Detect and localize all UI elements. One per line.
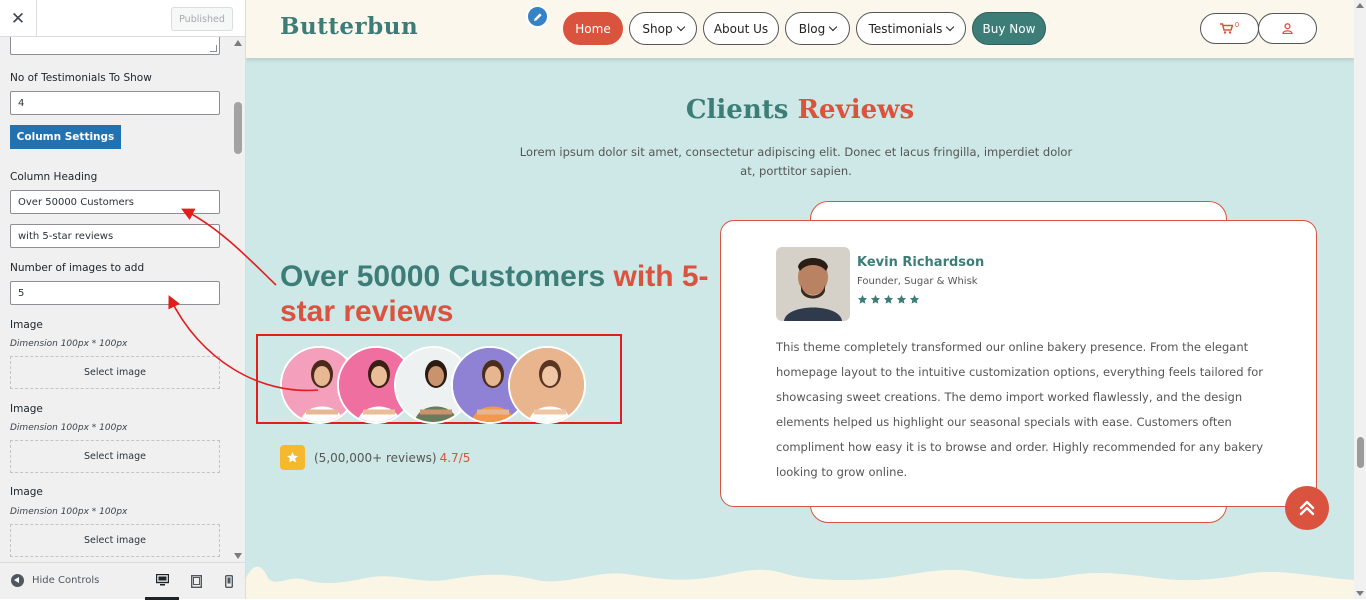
customizer-header: ✕ Published [0, 0, 245, 37]
reviewer-name: Kevin Richardson [857, 255, 985, 270]
column-heading-label: Column Heading [10, 171, 98, 183]
edit-shortcut-button[interactable] [526, 5, 549, 28]
select-image-button[interactable]: Select image [10, 524, 220, 557]
star-icon [883, 294, 894, 304]
chevron-down-icon [676, 22, 685, 32]
cart-count-badge: 0 [1234, 20, 1240, 29]
star-icon [896, 294, 907, 304]
images-count-input[interactable]: 5 [10, 281, 220, 305]
nav-label: Testimonials [868, 21, 943, 36]
nav-home[interactable]: Home [563, 12, 623, 45]
nav-label: Shop [642, 21, 673, 36]
section-title-part1: Clients [685, 95, 789, 125]
star-icon [857, 294, 868, 304]
mobile-preview-button[interactable] [212, 563, 246, 600]
account-button[interactable] [1258, 13, 1317, 44]
nav-testimonials[interactable]: Testimonials [856, 12, 966, 45]
wave-divider [246, 566, 1354, 599]
nav-label: Home [575, 21, 611, 36]
star-icon [909, 294, 920, 304]
page-scrollbar-thumb[interactable] [1357, 437, 1364, 468]
site-logo[interactable]: Butterbun [280, 13, 418, 40]
page-scrollbar[interactable] [1354, 0, 1366, 599]
image-dimension-note: Dimension 100px * 100px [10, 339, 128, 349]
testimonials-count-input[interactable]: 4 [10, 91, 220, 115]
testimonials-count-label: No of Testimonials To Show [10, 72, 152, 84]
sidebar-scrollbar[interactable] [231, 37, 245, 562]
star-icon [280, 445, 305, 470]
desktop-icon [155, 574, 169, 586]
close-icon[interactable]: ✕ [0, 0, 37, 37]
publish-button[interactable]: Published [171, 7, 233, 31]
image-label: Image [10, 486, 43, 498]
nav-label: Blog [798, 21, 826, 36]
testimonial-text: This theme completely transformed our on… [776, 340, 1264, 479]
image-dimension-note: Dimension 100px * 100px [10, 507, 128, 517]
nav-label: About Us [713, 21, 769, 36]
textarea-field[interactable] [10, 37, 220, 55]
reviews-count: (5,00,000+ reviews) [314, 450, 437, 465]
customizer-sidebar: ✕ Published No of Testimonials To Show 4… [0, 0, 246, 600]
user-icon [1282, 23, 1293, 34]
select-image-button[interactable]: Select image [10, 356, 220, 389]
scroll-up-arrow-icon[interactable] [234, 40, 242, 46]
testimonial-card: Kevin Richardson Founder, Sugar & Whisk … [720, 220, 1317, 507]
cart-button[interactable]: 0 [1200, 13, 1259, 44]
image-dimension-note: Dimension 100px * 100px [10, 423, 128, 433]
chevron-up-icon [1299, 500, 1315, 516]
nav-blog[interactable]: Blog [785, 12, 850, 45]
rating-summary: (5,00,000+ reviews) 4.7/5 [280, 445, 470, 470]
reviewer-role: Founder, Sugar & Whisk [857, 276, 978, 287]
hide-controls-button[interactable]: Hide Controls [11, 574, 99, 587]
scroll-to-top-button[interactable] [1285, 486, 1329, 530]
star-icon [870, 294, 881, 304]
section-title: Clients Reviews [246, 95, 1354, 125]
site-header: Butterbun Home Shop About Us Blog Testim… [246, 0, 1354, 58]
nav-label: Buy Now [982, 21, 1036, 36]
scroll-up-arrow-icon[interactable] [1356, 3, 1364, 8]
mobile-icon [225, 575, 233, 588]
select-image-button[interactable]: Select image [10, 440, 220, 473]
site-preview: Butterbun Home Shop About Us Blog Testim… [246, 0, 1354, 599]
customers-heading: Over 50000 Customers with 5-star reviews [280, 259, 720, 329]
scroll-down-arrow-icon[interactable] [1356, 591, 1364, 596]
tablet-preview-button[interactable] [179, 563, 213, 600]
chevron-down-icon [946, 22, 955, 32]
column-settings-button[interactable]: Column Settings [10, 125, 121, 149]
rating-score: 4.7/5 [439, 450, 471, 465]
images-count-label: Number of images to add [10, 262, 145, 274]
nav-shop[interactable]: Shop [629, 12, 697, 45]
customizer-footer: Hide Controls [0, 562, 246, 600]
nav-about-us[interactable]: About Us [703, 12, 779, 45]
controls-panel: No of Testimonials To Show 4 Column Sett… [0, 37, 231, 562]
chevron-down-icon [829, 22, 838, 32]
section-description: Lorem ipsum dolor sit amet, consectetur … [519, 145, 1073, 178]
tablet-icon [190, 575, 202, 588]
scrollbar-thumb[interactable] [234, 102, 242, 154]
avatar [508, 346, 586, 424]
collapse-icon [11, 574, 24, 587]
heading-part1: Over 50000 Customers [280, 260, 606, 293]
pencil-icon [533, 12, 542, 21]
image-label: Image [10, 403, 43, 415]
scroll-down-arrow-icon[interactable] [234, 553, 242, 559]
hide-controls-label: Hide Controls [32, 575, 100, 586]
buy-now-button[interactable]: Buy Now [972, 12, 1046, 45]
column-subheading-input[interactable]: with 5-star reviews [10, 224, 220, 248]
section-title-part2: Reviews [797, 95, 915, 125]
review-stars [857, 294, 920, 305]
column-heading-input[interactable]: Over 50000 Customers [10, 190, 220, 214]
desktop-preview-button[interactable] [145, 563, 179, 600]
cart-icon [1219, 23, 1233, 34]
image-label: Image [10, 319, 43, 331]
reviewer-photo [776, 247, 850, 321]
